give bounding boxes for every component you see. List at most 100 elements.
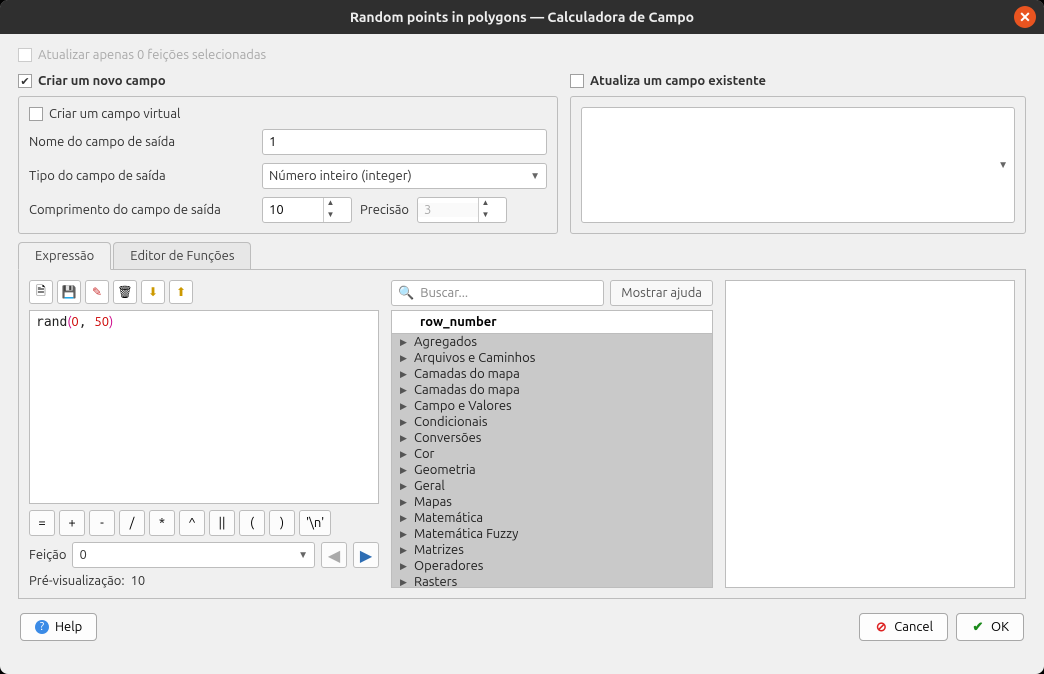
tab-expression[interactable]: Expressão [18,242,111,270]
tree-item-label: Mapas [414,495,452,509]
ok-button[interactable]: ✔ OK [956,613,1024,641]
update-selected-row: Atualizar apenas 0 feições selecionadas [18,48,1026,62]
update-existing-label: Atualiza um campo existente [590,74,766,88]
feature-combo[interactable]: 0 ▼ [72,542,315,568]
update-existing-checkbox[interactable] [570,74,584,88]
op-button[interactable]: * [149,510,175,536]
op-button[interactable]: + [59,510,85,536]
chevron-right-icon: ▶ [400,353,408,364]
tree-item[interactable]: ▶ Matemática Fuzzy [392,526,712,542]
virtual-checkbox[interactable] [29,107,43,121]
length-input[interactable] [263,203,323,217]
length-spin[interactable]: ▲▼ [262,197,352,223]
update-selected-label: Atualizar apenas 0 feições selecionadas [38,48,266,62]
op-button[interactable]: = [29,510,55,536]
tree-item-label: Operadores [414,559,483,573]
op-button[interactable]: ( [239,510,265,536]
op-button[interactable]: ^ [179,510,205,536]
tree-item[interactable]: ▶Rasters [392,574,712,588]
tree-item[interactable]: ▶ Matrizes [392,542,712,558]
precision-input [418,203,478,217]
op-button[interactable]: '\n' [299,510,331,536]
tree-item[interactable]: ▶Condicionais [392,414,712,430]
op-button[interactable]: || [209,510,235,536]
help-button[interactable]: ? Help [20,613,97,641]
chevron-right-icon: ▶ [400,497,408,508]
chevron-right-icon: ▶ [400,481,408,492]
tree-item[interactable]: ▶Matemática [392,510,712,526]
create-new-checkbox[interactable]: ✔ [18,74,32,88]
output-name-input[interactable] [262,129,547,155]
op-button[interactable]: - [89,510,115,536]
tree-item[interactable]: ▶ Campo e Valores [392,398,712,414]
tree-item-label: Arquivos e Caminhos [414,351,535,365]
tree-item-label: Agregados [414,335,477,349]
tree-item-label: Matrizes [414,543,464,557]
cancel-button[interactable]: ⊘ Cancel [859,613,948,641]
tree-item-label: Campo e Valores [414,399,512,413]
export-icon[interactable]: ⬆ [169,280,193,304]
close-icon[interactable]: ✕ [1014,6,1036,28]
search-icon: 🔍 [398,286,414,301]
op-button[interactable]: / [119,510,145,536]
tree-item-label: Conversões [414,431,481,445]
delete-icon[interactable]: 🗑 [113,280,137,304]
chevron-right-icon: ▶ [400,401,408,412]
tree-item[interactable]: ▶ Arquivos e Caminhos [392,350,712,366]
tree-item-label: Cor [414,447,435,461]
window-title: Random points in polygons — Calculadora … [350,9,694,25]
operator-row: =+-/*^||()'\n' [29,510,379,536]
op-button[interactable]: ) [269,510,295,536]
expr-toolbar: 🗎 💾 ✎ 🗑 ⬇ ⬆ [29,280,379,304]
feature-label: Feição [29,548,66,562]
tree-item[interactable]: ▶ Camadas do mapa [392,366,712,382]
chevron-right-icon: ▶ [400,545,408,556]
preview-value: 10 [131,574,146,588]
tree-item-label: Condicionais [414,415,487,429]
ok-button-label: OK [991,620,1009,634]
tree-item[interactable]: ▶ Conversões [392,430,712,446]
tree-item-label: Camadas do mapa [414,367,520,381]
show-help-button[interactable]: Mostrar ajuda [610,280,713,306]
cancel-icon: ⊘ [874,620,888,634]
tree-item-label: Geometria [414,463,476,477]
prev-feature-button[interactable]: ◀ [321,542,347,568]
save-icon[interactable]: 💾 [57,280,81,304]
tree-item[interactable]: ▶Operadores [392,558,712,574]
tree-item[interactable]: ▶Geometria [392,462,712,478]
chevron-right-icon: ▶ [400,433,408,444]
chevron-right-icon: ▶ [400,385,408,396]
chevron-right-icon: ▶ [400,529,408,540]
output-type-value: Número inteiro (integer) [269,169,412,183]
chevron-right-icon: ▶ [400,337,408,348]
tree-item[interactable]: ▶Camadas do mapa [392,382,712,398]
expression-editor[interactable]: rand(0, 50) [29,310,379,504]
tree-item[interactable]: ▶ Agregados [392,334,712,350]
import-icon[interactable]: ⬇ [141,280,165,304]
precision-spin: ▲▼ [417,197,507,223]
help-button-label: Help [55,620,82,634]
chevron-right-icon: ▶ [400,577,408,588]
ok-icon: ✔ [971,620,985,634]
preview-label: Pré-visualização: [29,574,125,588]
tree-item[interactable]: ▶Geral [392,478,712,494]
new-icon[interactable]: 🗎 [29,280,53,304]
existing-field-combo: ▼ [581,107,1015,223]
titlebar: Random points in polygons — Calculadora … [0,0,1044,34]
help-icon: ? [35,620,49,634]
next-feature-button[interactable]: ▶ [353,542,379,568]
name-label: Nome do campo de saída [29,135,254,149]
search-input[interactable]: 🔍 Buscar... [391,280,604,306]
tree-item-label: Matemática Fuzzy [414,527,518,541]
help-pane [725,280,1015,588]
chevron-right-icon: ▶ [400,369,408,380]
virtual-label: Criar um campo virtual [49,107,180,121]
function-tree[interactable]: row_number ▶ Agregados ▶ Arquivos e Caminho… [391,310,713,588]
output-type-combo[interactable]: Número inteiro (integer) ▼ [262,163,547,189]
tab-function-editor[interactable]: Editor de Funções [113,242,251,270]
edit-icon[interactable]: ✎ [85,280,109,304]
tree-item[interactable]: ▶ Mapas [392,494,712,510]
tree-item[interactable]: ▶Cor [392,446,712,462]
tree-header[interactable]: row_number [392,311,712,334]
update-selected-checkbox [18,48,32,62]
